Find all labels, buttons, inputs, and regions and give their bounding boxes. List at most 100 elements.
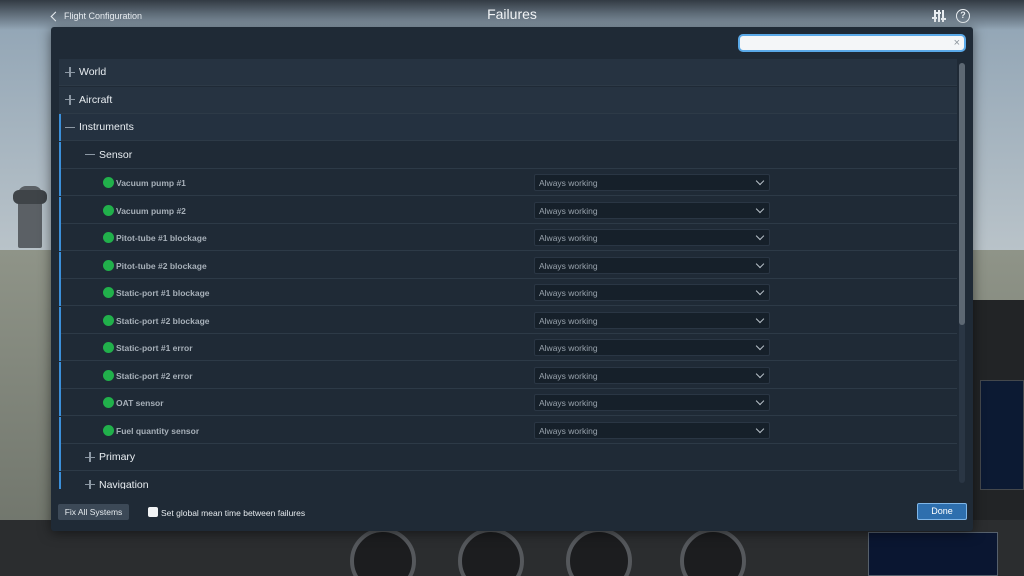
failure-mode-select[interactable]: Always working [534, 366, 770, 384]
failure-mode-select[interactable]: Always working [534, 201, 770, 219]
category-aircraft[interactable]: Aircraft [59, 86, 957, 114]
subcategory-label: Sensor [99, 148, 133, 161]
expanded-accent [59, 389, 61, 416]
plus-icon[interactable] [65, 67, 75, 77]
failure-row-static-port-2-error: Static-port #2 error Always working [59, 361, 957, 389]
chevron-down-icon [755, 204, 765, 213]
status-ok-icon [103, 314, 114, 326]
failure-mode-value: Always working [539, 178, 598, 188]
minus-icon[interactable] [65, 122, 75, 132]
failure-row-static-port-2-blockage: Static-port #2 blockage Always working [59, 306, 957, 334]
expanded-accent [59, 334, 61, 361]
done-button[interactable]: Done [917, 503, 967, 520]
failure-mode-select[interactable]: Always working [534, 421, 770, 439]
failure-mode-select[interactable]: Always working [534, 394, 770, 411]
help-icon[interactable]: ? [956, 9, 970, 23]
fix-all-systems-button[interactable]: Fix All Systems [58, 504, 129, 520]
sliders-icon[interactable] [932, 9, 946, 23]
failure-row-static-port-1-blockage: Static-port #1 blockage Always working [59, 279, 957, 306]
category-label: Instruments [79, 121, 134, 133]
failure-row-oat-sensor: OAT sensor Always working [59, 389, 957, 416]
failure-row-vacuum-pump-2: Vacuum pump #2 Always working [59, 196, 957, 224]
subcategory-label: Navigation [99, 478, 149, 490]
search-box: × [738, 34, 966, 52]
chevron-down-icon [755, 341, 765, 351]
failure-mode-value: Always working [539, 233, 598, 243]
category-label: Aircraft [79, 93, 113, 106]
expanded-accent [59, 361, 61, 389]
failure-mode-value: Always working [539, 315, 598, 326]
failure-label: Static-port #2 blockage [116, 315, 210, 326]
status-ok-icon [103, 397, 114, 408]
expanded-accent [59, 224, 61, 251]
minus-icon[interactable] [85, 150, 95, 160]
failure-label: OAT sensor [116, 398, 164, 408]
failure-mode-select[interactable]: Always working [534, 284, 770, 301]
global-mtbf-label: Set global mean time between failures [161, 508, 306, 518]
failure-row-pitot-tube-2: Pitot-tube #2 blockage Always working [59, 251, 957, 279]
global-mtbf-checkbox[interactable] [148, 507, 158, 517]
failure-label: Static-port #1 error [116, 343, 193, 353]
failure-label: Fuel quantity sensor [116, 425, 200, 436]
failure-mode-value: Always working [539, 370, 598, 381]
failure-row-pitot-tube-1: Pitot-tube #1 blockage Always working [59, 224, 957, 251]
failure-row-fuel-quantity-sensor: Fuel quantity sensor Always working [59, 416, 957, 444]
status-ok-icon [103, 232, 114, 243]
failure-mode-value: Always working [539, 343, 598, 353]
dialog-footer: Fix All Systems Set global mean time bet… [51, 489, 973, 531]
plus-icon[interactable] [65, 94, 75, 105]
failure-mode-value: Always working [539, 398, 598, 408]
header-tools: ? [932, 9, 970, 23]
failure-mode-value: Always working [539, 260, 598, 271]
failure-mode-value: Always working [539, 288, 598, 298]
chevron-down-icon [755, 396, 765, 406]
search-input[interactable] [746, 36, 946, 50]
failure-label: Vacuum pump #2 [116, 205, 186, 216]
clear-search-icon[interactable]: × [954, 36, 960, 50]
status-ok-icon [103, 204, 114, 216]
status-ok-icon [103, 287, 114, 298]
expanded-accent [59, 444, 61, 471]
failure-row-vacuum-pump-1: Vacuum pump #1 Always working [59, 169, 957, 196]
subcategory-primary[interactable]: Primary [59, 444, 957, 471]
expanded-accent [59, 141, 61, 169]
scrollbar-thumb[interactable] [959, 63, 965, 325]
radio-display [868, 532, 998, 576]
failure-mode-select[interactable]: Always working [534, 174, 770, 191]
status-ok-icon [103, 424, 114, 436]
chevron-down-icon [755, 176, 765, 186]
category-instruments[interactable]: Instruments [59, 114, 957, 141]
chevron-down-icon [755, 259, 765, 268]
expanded-accent [59, 416, 61, 444]
expanded-accent [59, 169, 61, 196]
failures-dialog: × World Aircraft Instruments Sensor Vacu… [51, 27, 973, 531]
subcategory-sensor[interactable]: Sensor [59, 141, 957, 169]
failure-label: Pitot-tube #2 blockage [116, 260, 207, 271]
failure-mode-select[interactable]: Always working [534, 229, 770, 246]
expanded-accent [59, 251, 61, 279]
plus-icon[interactable] [85, 479, 95, 489]
category-world[interactable]: World [59, 59, 957, 86]
chevron-down-icon [755, 231, 765, 241]
status-ok-icon [103, 342, 114, 353]
plus-icon[interactable] [85, 452, 95, 462]
chevron-down-icon [755, 314, 765, 323]
control-tower [13, 186, 47, 248]
status-ok-icon [103, 369, 114, 381]
tree-scrollbar[interactable] [959, 63, 965, 483]
failures-tree: World Aircraft Instruments Sensor Vacuum… [59, 59, 957, 489]
page-title: Failures [487, 6, 537, 22]
avionics-screen [980, 380, 1024, 490]
expanded-accent [59, 306, 61, 334]
subcategory-navigation[interactable]: Navigation [59, 471, 957, 490]
chevron-down-icon [755, 424, 765, 433]
chevron-down-icon [755, 369, 765, 378]
expanded-accent [59, 114, 61, 141]
failure-label: Pitot-tube #1 blockage [116, 233, 207, 243]
failure-mode-select[interactable]: Always working [534, 256, 770, 274]
category-label: World [79, 66, 107, 78]
failure-label: Static-port #2 error [116, 370, 193, 381]
failure-mode-select[interactable]: Always working [534, 311, 770, 329]
failure-row-static-port-1-error: Static-port #1 error Always working [59, 334, 957, 361]
failure-mode-select[interactable]: Always working [534, 339, 770, 356]
